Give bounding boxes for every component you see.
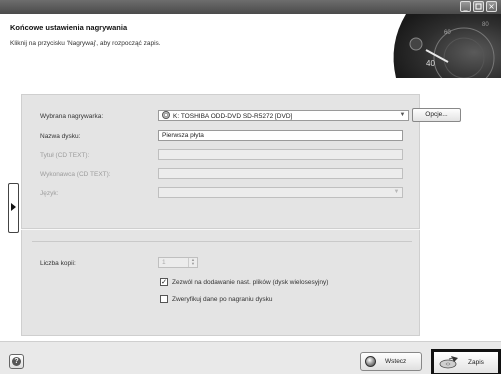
cd-text-title-input[interactable] bbox=[158, 149, 403, 160]
cd-text-artist-input[interactable] bbox=[158, 168, 403, 179]
wizard-header: Końcowe ustawienia nagrywania Kliknij na… bbox=[0, 14, 501, 78]
back-button-label: Wstecz bbox=[385, 358, 407, 365]
recorder-value: K: TOSHIBA ODD-DVD SD-R5272 [DVD] bbox=[173, 113, 293, 120]
drive-icon bbox=[162, 111, 170, 119]
title-bar: _ × bbox=[0, 0, 501, 14]
language-label: Język: bbox=[40, 190, 59, 197]
svg-text:40: 40 bbox=[426, 59, 435, 68]
recorder-label: Wybrana nagrywarka: bbox=[40, 113, 104, 120]
copies-label: Liczba kopii: bbox=[40, 260, 76, 267]
disc-name-label: Nazwa dysku: bbox=[40, 133, 81, 140]
maximize-button[interactable] bbox=[473, 1, 484, 12]
minimize-button[interactable]: _ bbox=[460, 1, 471, 12]
burn-button[interactable]: Zapis bbox=[431, 349, 501, 374]
chevron-down-icon: ▼ bbox=[393, 189, 400, 195]
chevron-down-icon: ▼ bbox=[399, 112, 406, 118]
side-panel-toggle[interactable] bbox=[8, 183, 19, 233]
stepper-arrows-icon[interactable]: ▲ ▼ bbox=[188, 258, 197, 267]
window-controls: _ × bbox=[460, 1, 497, 12]
cd-text-title-label: Tytuł (CD TEXT): bbox=[40, 152, 90, 159]
verify-label: Zweryfikuj dane po nagraniu dysku bbox=[172, 296, 273, 303]
chevron-right-icon bbox=[11, 203, 16, 211]
language-select[interactable]: ▼ bbox=[158, 187, 403, 198]
burn-disc-icon bbox=[439, 356, 458, 369]
svg-text:80: 80 bbox=[482, 22, 489, 28]
recorder-select[interactable]: K: TOSHIBA ODD-DVD SD-R5272 [DVD] ▼ bbox=[158, 110, 409, 121]
burn-button-label: Zapis bbox=[468, 359, 484, 366]
speedometer-decoration-icon: 40 60 80 bbox=[386, 14, 501, 78]
back-button[interactable]: Wstecz bbox=[360, 352, 422, 371]
close-button[interactable]: × bbox=[486, 1, 497, 12]
allow-append-label: Zezwól na dodawanie nast. plików (dysk w… bbox=[172, 279, 329, 286]
help-icon: ? bbox=[12, 357, 21, 366]
disc-name-input[interactable]: Pierwsza płyta bbox=[158, 130, 403, 141]
page-title: Końcowe ustawienia nagrywania bbox=[10, 23, 128, 32]
help-button[interactable]: ? bbox=[9, 354, 24, 369]
svg-text:60: 60 bbox=[444, 30, 451, 36]
maximize-icon bbox=[475, 3, 482, 10]
allow-append-checkbox[interactable]: ✓ bbox=[160, 278, 168, 286]
page-subtitle: Kliknij na przycisku 'Nagrywaj', aby roz… bbox=[10, 40, 161, 47]
verify-checkbox[interactable] bbox=[160, 295, 168, 303]
cd-text-artist-label: Wykonawca (CD TEXT): bbox=[40, 171, 111, 178]
copies-stepper[interactable]: 1 ▲ ▼ bbox=[158, 257, 198, 268]
panel-divider bbox=[21, 229, 420, 230]
section-divider bbox=[32, 241, 412, 242]
options-button[interactable]: Opcje... bbox=[412, 108, 461, 122]
back-icon bbox=[365, 356, 376, 367]
copies-value: 1 bbox=[162, 259, 166, 266]
wizard-footer: ? Wstecz Zapis bbox=[0, 341, 501, 374]
